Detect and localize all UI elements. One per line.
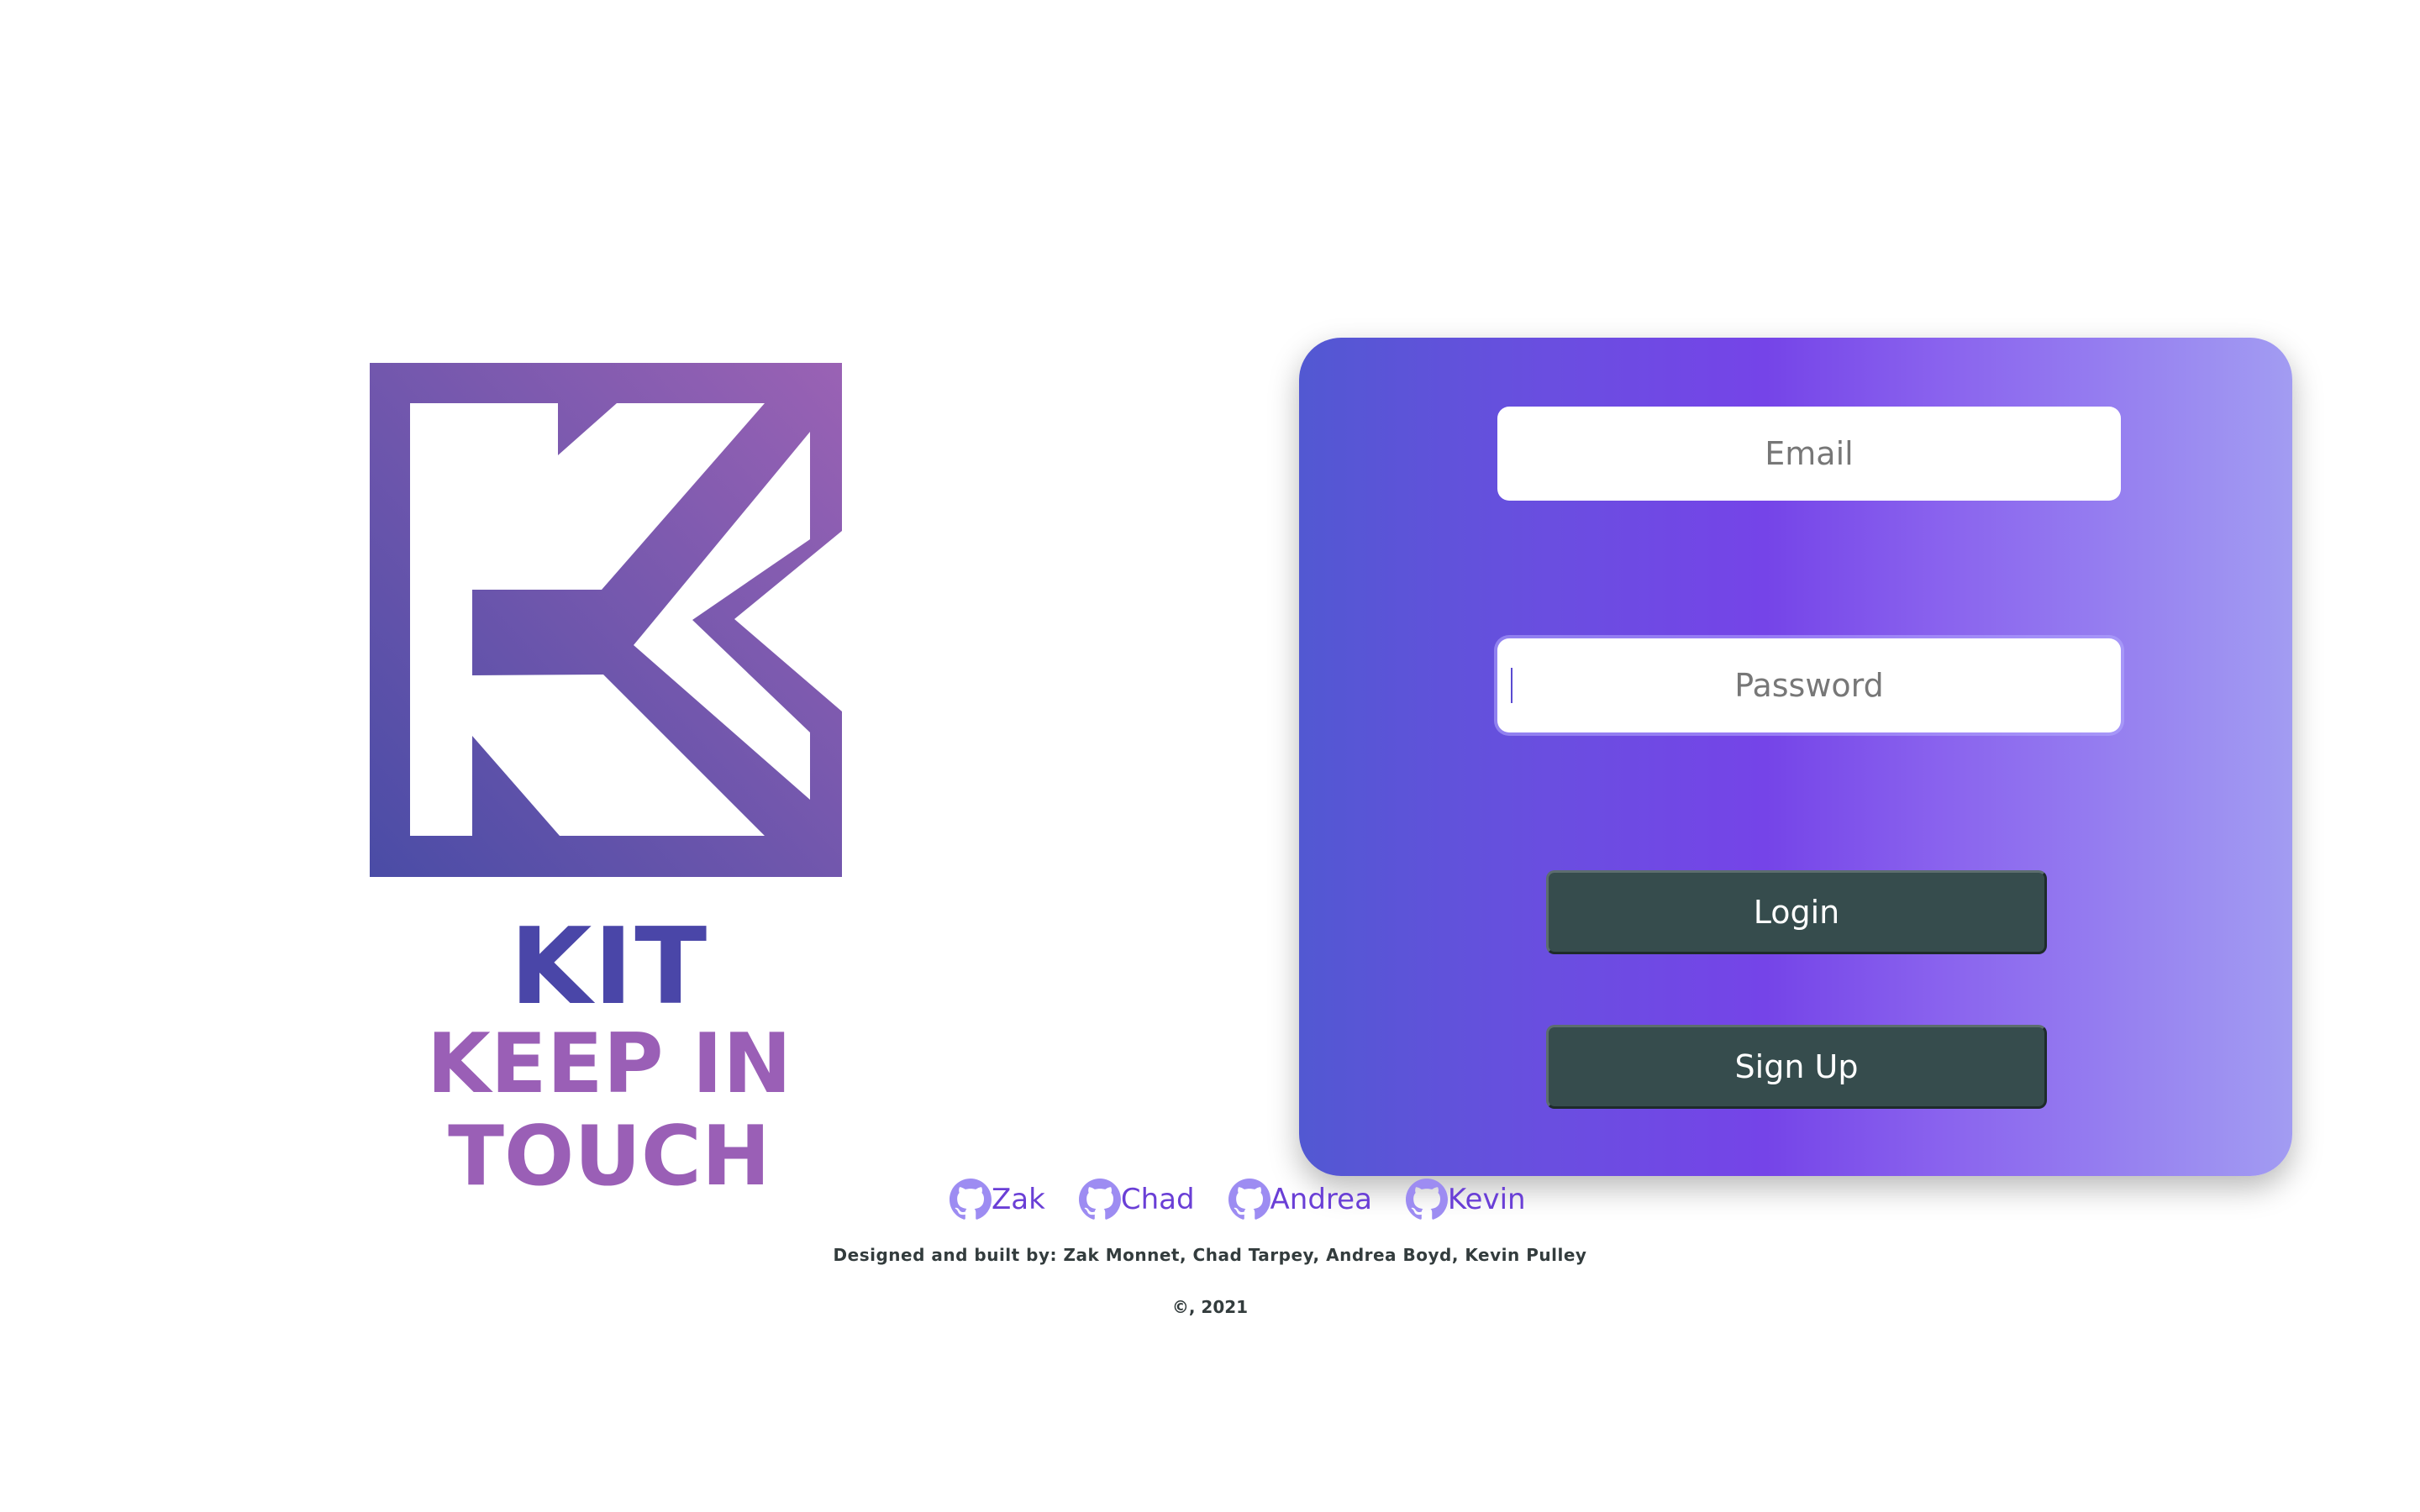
developer-link-chad[interactable]: Chad [1078,1179,1195,1221]
developer-name: Zak [992,1183,1045,1216]
developer-links: Zak Chad Andrea Kevin [950,1176,1560,1223]
login-card: Login Sign Up [1299,338,2292,1176]
credits-text: Designed and built by: Zak Monnet, Chad … [833,1245,1587,1265]
developer-link-zak[interactable]: Zak [950,1179,1045,1221]
k-logo-icon [370,363,842,877]
github-icon [1228,1179,1270,1221]
brand-name: KIT [509,905,709,1028]
signup-button[interactable]: Sign Up [1546,1025,2047,1109]
developer-name: Andrea [1270,1183,1372,1216]
copyright-text: ©, 2021 [1171,1297,1249,1317]
developer-name: Chad [1120,1183,1195,1216]
text-cursor [1511,668,1512,703]
email-field[interactable] [1497,407,2121,501]
page: KIT KEEP IN TOUCH Login Sign Up Zak Chad… [0,0,2420,1512]
password-field[interactable] [1497,638,2121,732]
developer-link-andrea[interactable]: Andrea [1228,1179,1372,1221]
developer-link-kevin[interactable]: Kevin [1405,1179,1526,1221]
github-icon [1405,1179,1448,1221]
github-icon [950,1179,992,1221]
login-button[interactable]: Login [1546,870,2047,954]
brand-tagline: KEEP IN TOUCH [426,1016,792,1205]
developer-name: Kevin [1447,1183,1526,1216]
github-icon [1078,1179,1121,1221]
